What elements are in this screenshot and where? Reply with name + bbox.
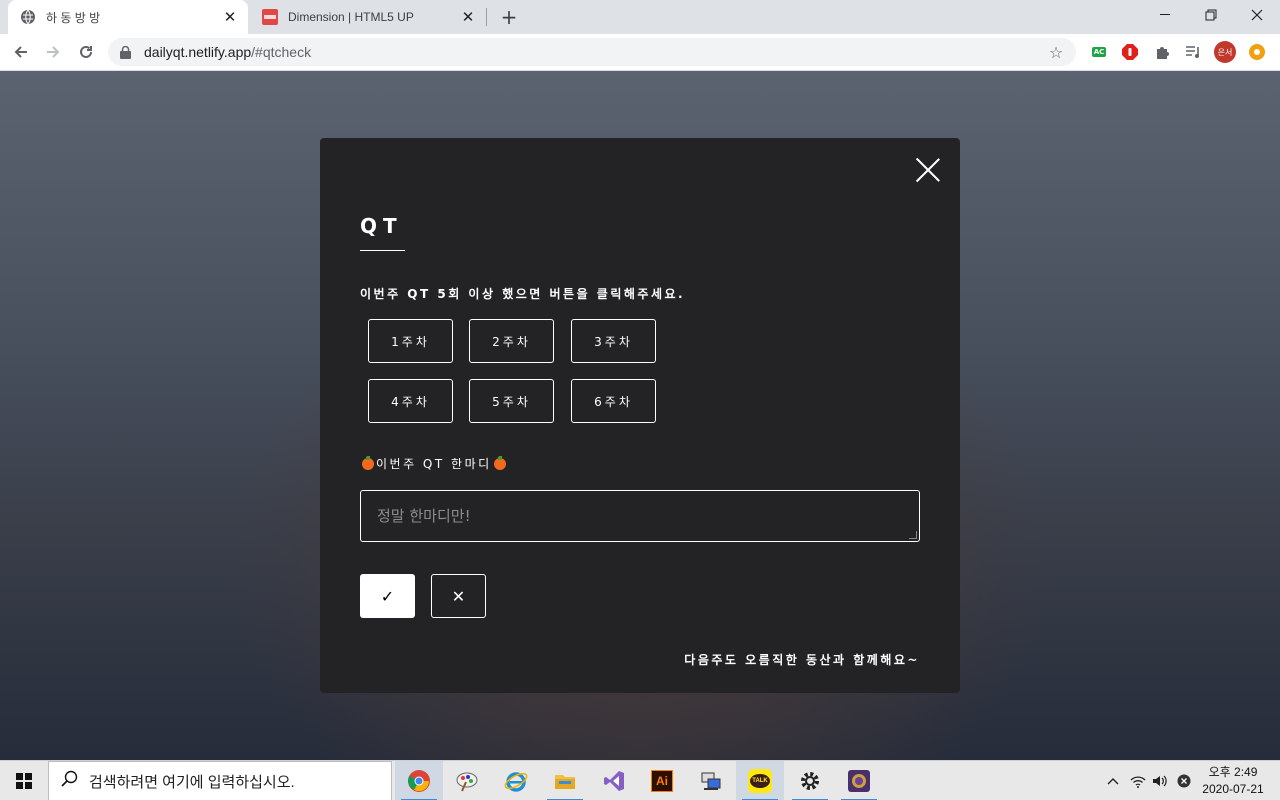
illustrator-label: Ai — [651, 770, 673, 792]
chrome-icon[interactable] — [395, 761, 443, 800]
adblock-icon[interactable] — [1119, 42, 1141, 62]
title-underline — [360, 250, 405, 251]
windows-start-icon[interactable] — [0, 761, 48, 800]
comment-label: 이번주 QT 한마디 — [360, 455, 508, 472]
week-3-button[interactable]: 3주차 — [571, 319, 656, 363]
profile-initials: 은서 — [1214, 41, 1236, 63]
week-1-button[interactable]: 1주차 — [368, 319, 453, 363]
url-path: /#qtcheck — [251, 44, 312, 60]
url-host: dailyqt.netlify.app — [144, 44, 252, 60]
clock-time: 오후 2:49 — [1208, 765, 1258, 779]
back-icon[interactable] — [8, 39, 34, 65]
clock-date: 2020-07-21 — [1202, 782, 1264, 796]
modal-title: QT — [360, 214, 403, 238]
comment-label-text: 이번주 QT 한마디 — [376, 457, 492, 471]
settings-icon[interactable] — [786, 761, 834, 800]
volume-icon[interactable] — [1150, 771, 1170, 791]
search-icon — [61, 770, 81, 792]
modal-close-icon[interactable] — [914, 156, 942, 184]
kakaotalk-icon[interactable]: TALK — [736, 761, 784, 800]
kakaotalk-label: TALK — [750, 774, 770, 788]
reload-icon[interactable] — [73, 39, 99, 65]
address-bar[interactable]: dailyqt.netlify.app/#qtcheck ☆ — [108, 38, 1076, 66]
file-explorer-icon[interactable] — [541, 761, 589, 800]
profile-avatar[interactable]: 은서 — [1214, 41, 1236, 63]
paint-icon[interactable] — [443, 761, 491, 800]
forward-icon[interactable] — [40, 39, 66, 65]
tab-active[interactable]: 하 동 방 방 ✕ — [8, 0, 248, 34]
week-2-button[interactable]: 2주차 — [469, 319, 554, 363]
instruction-text: 이번주 QT 5회 이상 했으면 버튼을 클릭해주세요. — [360, 287, 686, 301]
game-icon[interactable] — [835, 761, 883, 800]
tray-chevron-up-icon[interactable] — [1103, 771, 1123, 791]
tangerine-icon — [493, 455, 506, 470]
window-close-icon[interactable] — [1234, 0, 1280, 30]
tab-close-icon[interactable]: ✕ — [220, 7, 240, 27]
confirm-button[interactable]: ✓ — [360, 574, 415, 618]
illustrator-icon[interactable]: Ai — [638, 761, 686, 800]
media-control-icon[interactable] — [1182, 42, 1204, 62]
week-4-button[interactable]: 4주차 — [368, 379, 453, 423]
tangerine-icon — [362, 455, 374, 470]
tab-inactive[interactable]: Dimension | HTML5 UP ✕ — [250, 0, 486, 34]
taskbar-search-box[interactable]: 검색하려면 여기에 입력하십시오. — [48, 761, 392, 800]
extensions-puzzle-icon[interactable] — [1151, 42, 1173, 62]
visual-studio-icon[interactable] — [590, 761, 638, 800]
internet-explorer-icon[interactable] — [492, 761, 540, 800]
minimize-icon[interactable] — [1142, 0, 1188, 30]
lock-icon[interactable] — [120, 45, 134, 59]
ac-extension-icon[interactable]: AC — [1088, 42, 1110, 62]
new-tab-button[interactable]: + — [497, 5, 521, 29]
network-icon[interactable] — [687, 761, 735, 800]
week-6-button[interactable]: 6주차 — [571, 379, 656, 423]
tab-strip: 하 동 방 방 ✕ Dimension | HTML5 UP ✕ + — [0, 0, 1280, 34]
tab-divider — [486, 8, 487, 26]
cancel-button[interactable]: ✕ — [431, 574, 486, 618]
page-background: QT 이번주 QT 5회 이상 했으면 버튼을 클릭해주세요. 1주차 2주차 … — [0, 71, 1280, 760]
search-placeholder: 검색하려면 여기에 입력하십시오. — [89, 773, 295, 791]
url-text: dailyqt.netlify.app/#qtcheck — [144, 44, 1044, 60]
tab-close-icon[interactable]: ✕ — [458, 7, 478, 27]
wifi-icon[interactable] — [1128, 771, 1148, 791]
tab-title: 하 동 방 방 — [46, 10, 101, 25]
update-extension-icon[interactable] — [1246, 42, 1268, 62]
html5up-favicon — [262, 9, 278, 25]
restore-icon[interactable] — [1188, 0, 1234, 30]
globe-icon — [20, 9, 36, 25]
browser-toolbar: dailyqt.netlify.app/#qtcheck ☆ AC 은서 — [0, 34, 1280, 71]
qt-check-modal: QT 이번주 QT 5회 이상 했으면 버튼을 클릭해주세요. 1주차 2주차 … — [320, 138, 960, 693]
windows-taskbar: 검색하려면 여기에 입력하십시오. Ai TALK 오후 2:49 2020-0… — [0, 760, 1280, 800]
comment-textarea[interactable]: 정말 한마디만! — [360, 490, 920, 542]
taskbar-clock[interactable]: 오후 2:49 2020-07-21 — [1198, 764, 1268, 798]
bookmark-star-icon[interactable]: ☆ — [1044, 43, 1068, 62]
ac-extension-badge: AC — [1091, 47, 1107, 57]
comment-placeholder: 정말 한마디만! — [377, 507, 471, 525]
resize-handle-icon[interactable] — [909, 531, 917, 539]
tab-title: Dimension | HTML5 UP — [288, 10, 414, 24]
notification-error-icon[interactable] — [1174, 771, 1194, 791]
footer-message: 다음주도 오름직한 동산과 함께해요~ — [684, 653, 920, 667]
week-5-button[interactable]: 5주차 — [469, 379, 554, 423]
